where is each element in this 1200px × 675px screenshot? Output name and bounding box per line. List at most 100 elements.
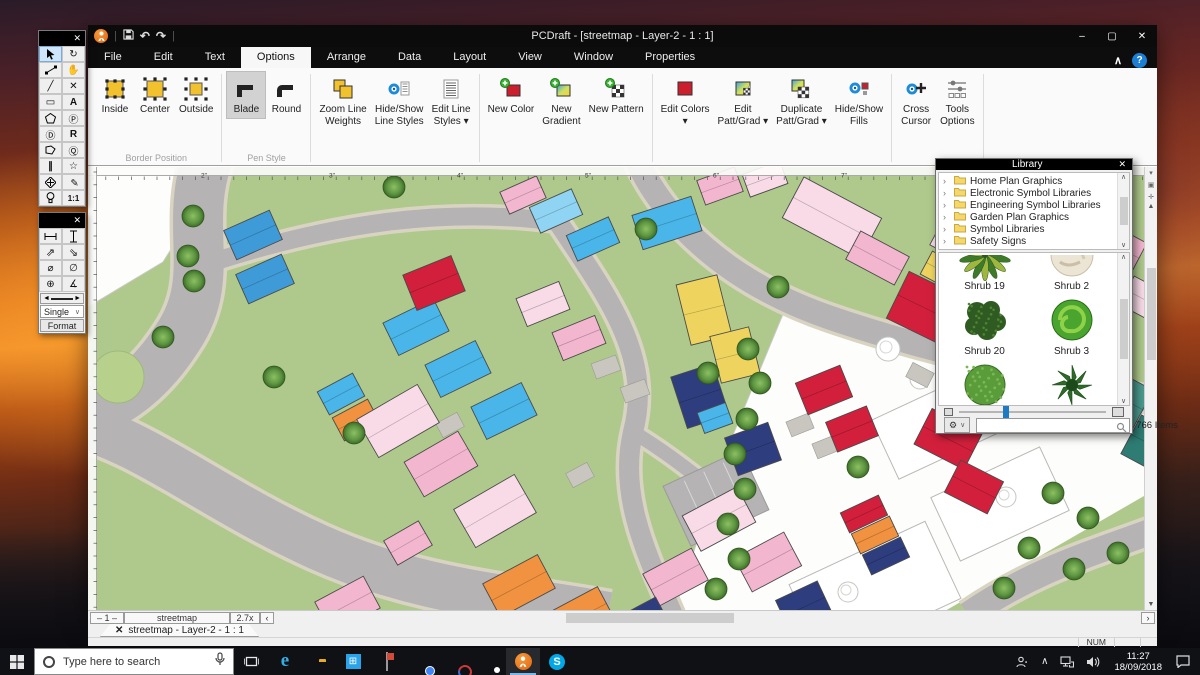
tool-leader-dimension-icon[interactable]: ⇘ <box>62 244 85 260</box>
resize-grip[interactable] <box>1140 638 1157 647</box>
expander-icon[interactable]: › <box>943 200 950 210</box>
library-folder-electronic-symbol-libraries[interactable]: ›Electronic Symbol Libraries <box>943 187 1115 199</box>
close-icon[interactable]: ✕ <box>73 215 81 226</box>
ribbon-button-hide-show-line-styles[interactable]: Hide/ShowLine Styles <box>371 71 428 131</box>
library-folder-safety-signs[interactable]: ›Safety Signs <box>943 235 1115 247</box>
tool-polygon-icon[interactable] <box>39 110 62 126</box>
taskbar-app-store[interactable]: ⊞ <box>336 648 370 675</box>
save-icon[interactable] <box>123 29 134 43</box>
expander-icon[interactable]: › <box>943 224 950 234</box>
library-folder-garden-plan-graphics[interactable]: ›Garden Plan Graphics <box>943 211 1115 223</box>
ribbon-button-hide-show-fills[interactable]: Hide/ShowFills <box>831 71 887 131</box>
ribbon-button-new-color[interactable]: New Color <box>484 71 539 119</box>
horizontal-scroll-thumb[interactable] <box>566 613 734 623</box>
pan-widget-icon[interactable]: ✛ <box>1145 191 1157 203</box>
small-thumbnail-icon[interactable] <box>944 408 953 416</box>
menu-arrange[interactable]: Arrange <box>311 47 382 68</box>
ribbon-button-inside[interactable]: Inside <box>95 71 135 119</box>
scroll-up-arrow[interactable]: ▲ <box>1148 203 1155 210</box>
tool-h-dimension-icon[interactable] <box>39 228 62 244</box>
ribbon-button-center[interactable]: Center <box>135 71 175 119</box>
microphone-icon[interactable] <box>215 652 225 671</box>
volume-icon[interactable] <box>1080 648 1106 675</box>
library-thumb-shrub20[interactable] <box>959 294 1011 346</box>
ribbon-button-cross-cursor[interactable]: CrossCursor <box>896 71 936 131</box>
hidden-icons-chevron[interactable]: ∧ <box>1035 648 1054 675</box>
library-folder-engineering-symbol-libraries[interactable]: ›Engineering Symbol Libraries <box>943 199 1115 211</box>
tool-v-dimension-icon[interactable] <box>62 228 85 244</box>
taskbar-app-draw2[interactable] <box>438 648 472 675</box>
format-button[interactable]: Format <box>40 319 84 332</box>
single-dropdown[interactable]: Single∨ <box>40 305 84 318</box>
tool-p-tool-icon[interactable]: Ⓟ <box>62 110 85 126</box>
tool-cursor-icon[interactable] <box>39 46 62 62</box>
scroll-up-arrow[interactable]: ∧ <box>1121 173 1126 181</box>
library-settings-button[interactable]: ⚙∨ <box>944 417 970 433</box>
tool-oblique-diameter-icon[interactable]: ∅ <box>62 260 85 276</box>
scroll-down-arrow[interactable]: ∨ <box>1121 241 1126 249</box>
tool-r-tool-icon[interactable]: R <box>62 126 85 142</box>
menu-edit[interactable]: Edit <box>138 47 189 68</box>
zoom-level-box[interactable]: 2.7x <box>230 612 260 624</box>
expander-icon[interactable]: › <box>943 212 950 222</box>
undo-icon[interactable]: ↶ <box>140 29 150 43</box>
tool-diameter-icon[interactable]: ⌀ <box>39 260 62 276</box>
library-thumb-shrub4[interactable] <box>1046 359 1098 405</box>
taskbar-app-skype[interactable]: S <box>540 648 574 675</box>
document-name-box[interactable]: streetmap <box>124 612 230 624</box>
tool-d-tool-icon[interactable]: Ⓓ <box>39 126 62 142</box>
taskbar-app-explorer[interactable] <box>302 648 336 675</box>
tool-line-icon[interactable]: ╱ <box>39 78 62 94</box>
taskbar-app-chrome[interactable] <box>404 648 438 675</box>
people-icon[interactable] <box>1010 648 1035 675</box>
network-icon[interactable] <box>1054 648 1080 675</box>
vertical-scroll-thumb[interactable] <box>1147 268 1156 360</box>
tree-scrollbar[interactable]: ∧∨ <box>1117 173 1129 249</box>
tool-diag-dimension-icon[interactable]: ⇗ <box>39 244 62 260</box>
menu-file[interactable]: File <box>88 47 138 68</box>
maximize-button[interactable]: ▢ <box>1097 25 1127 47</box>
tool-marquee-icon[interactable] <box>39 62 62 78</box>
collapse-ribbon-icon[interactable]: ∧ <box>1114 54 1122 67</box>
scroll-up-arrow[interactable]: ∧ <box>1121 253 1126 261</box>
scroll-left-arrow[interactable]: ‹ <box>260 612 274 624</box>
canvas-widget-icon[interactable]: ▾ <box>1145 167 1157 179</box>
large-thumbnail-icon[interactable] <box>1112 407 1124 417</box>
ribbon-button-round[interactable]: Round <box>266 71 306 119</box>
document-tab[interactable]: ✕ streetmap - Layer-2 - 1 : 1 <box>100 624 259 637</box>
scroll-right-arrow[interactable]: › <box>1141 612 1155 624</box>
scroll-down-arrow[interactable]: ▼ <box>1148 601 1155 608</box>
expander-icon[interactable]: › <box>943 236 950 246</box>
library-thumb-shrub3[interactable] <box>1046 294 1098 346</box>
ribbon-button-edit-patt-grad[interactable]: EditPatt/Grad ▾ <box>714 71 773 131</box>
library-search-input[interactable] <box>976 418 1130 433</box>
menu-window[interactable]: Window <box>558 47 629 68</box>
taskbar-app-pcdraft[interactable] <box>506 648 540 675</box>
ribbon-button-tools-options[interactable]: ToolsOptions <box>936 71 978 131</box>
menu-options[interactable]: Options <box>241 47 311 68</box>
task-view-button[interactable] <box>234 648 268 675</box>
menu-view[interactable]: View <box>502 47 558 68</box>
menu-data[interactable]: Data <box>382 47 437 68</box>
tool-rotate-icon[interactable]: ↻ <box>62 46 85 62</box>
help-icon[interactable]: ? <box>1132 53 1147 68</box>
horizontal-scroll-track[interactable] <box>274 611 1141 625</box>
redo-icon[interactable]: ↷ <box>156 29 166 43</box>
taskbar-app-paint[interactable] <box>370 648 404 675</box>
tool-parallel-lines-icon[interactable]: ∥ <box>39 158 62 174</box>
tools-palette-titlebar[interactable]: ✕ <box>39 31 85 46</box>
tab-close-icon[interactable]: ✕ <box>115 625 123 636</box>
tool-hand-icon[interactable]: ✋ <box>62 62 85 78</box>
close-icon[interactable]: ✕ <box>73 33 81 44</box>
tool-q-tool-icon[interactable]: Ⓠ <box>62 142 85 158</box>
expander-icon[interactable]: › <box>943 188 950 198</box>
library-folder-symbol-libraries[interactable]: ›Symbol Libraries <box>943 223 1115 235</box>
minimize-button[interactable]: – <box>1067 25 1097 47</box>
ribbon-button-outside[interactable]: Outside <box>175 71 217 119</box>
library-folder-home-plan-graphics[interactable]: ›Home Plan Graphics <box>943 175 1115 187</box>
slider-track[interactable] <box>959 411 1106 413</box>
menu-text[interactable]: Text <box>189 47 241 68</box>
thumbs-scrollbar[interactable]: ∧∨ <box>1117 253 1129 405</box>
library-thumb-shrub21[interactable] <box>959 359 1011 405</box>
tool-eyedropper-icon[interactable]: ✐ <box>62 174 85 190</box>
